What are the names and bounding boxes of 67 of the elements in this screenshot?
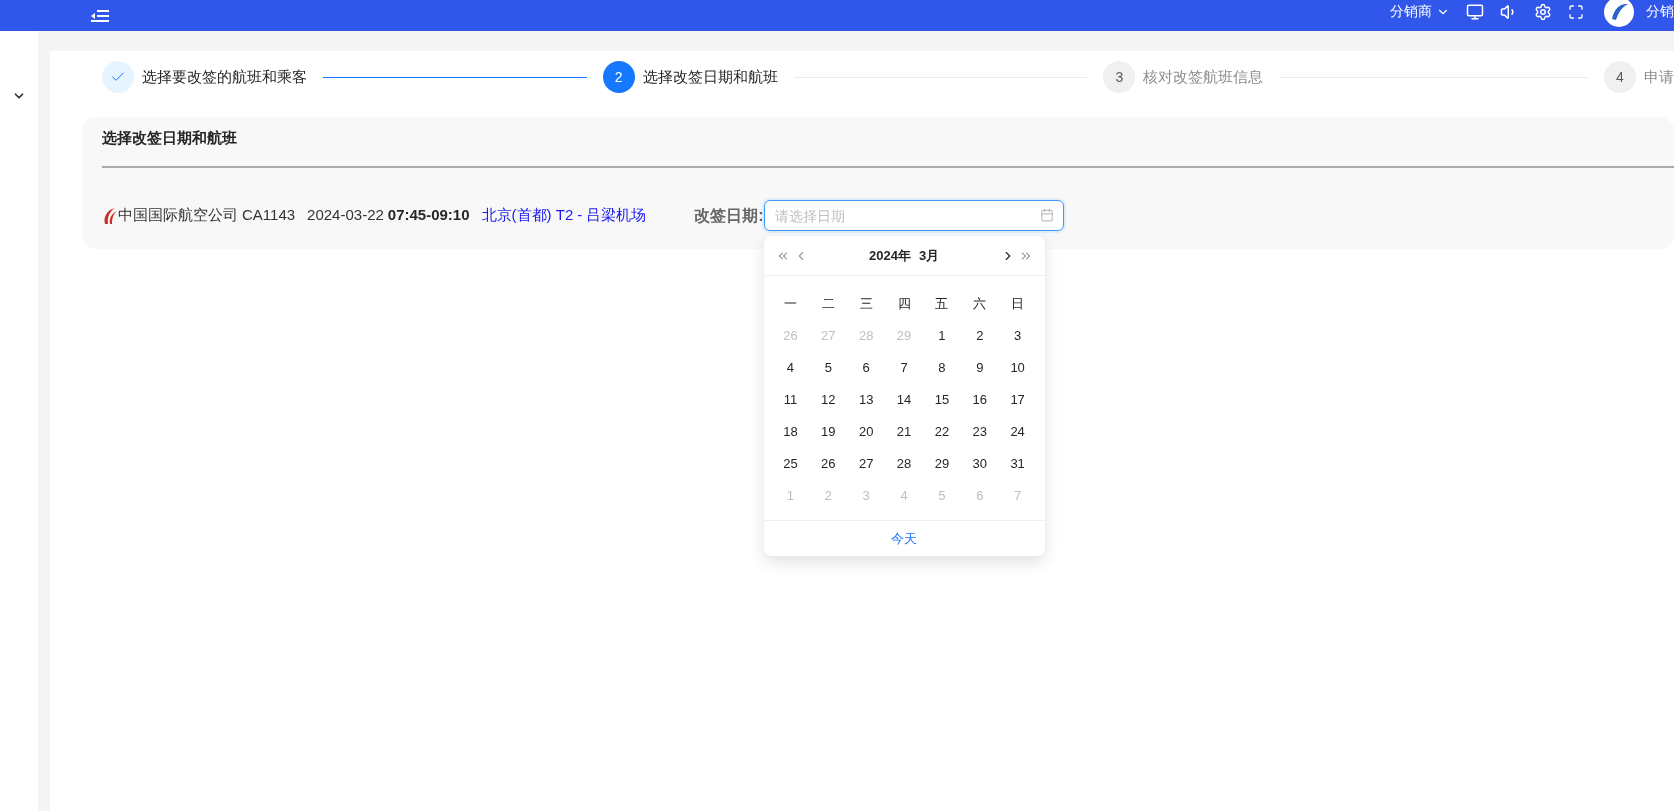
flight-number: CA1143	[242, 205, 296, 226]
route-separator: -	[577, 205, 583, 226]
step-label: 选择改签日期和航班	[642, 66, 778, 87]
calendar-day[interactable]: 21	[885, 422, 923, 442]
month-label[interactable]: 3月	[918, 245, 940, 266]
flight-time: 07:45-09:10	[387, 205, 470, 226]
step-number: 3	[1115, 68, 1124, 87]
calendar-day[interactable]: 27	[847, 454, 886, 474]
monitor-icon[interactable]	[1466, 2, 1484, 21]
calendar-day[interactable]: 17	[998, 390, 1037, 410]
weekday-label: 日	[1010, 295, 1026, 314]
weekday-label: 六	[972, 295, 988, 314]
calendar-day[interactable]: 5	[809, 358, 848, 378]
calendar-day[interactable]: 9	[960, 358, 999, 378]
step-label: 核对改签航班信息	[1143, 66, 1264, 87]
calendar-icon	[1039, 208, 1054, 222]
calendar-day[interactable]: 8	[923, 358, 961, 378]
calendar-day[interactable]: 10	[998, 358, 1037, 378]
departure-airport: 北京(首都) T2	[481, 205, 574, 226]
calendar-day[interactable]: 26	[809, 454, 848, 474]
calendar-day[interactable]: 29	[923, 454, 961, 474]
calendar-day[interactable]: 11	[771, 390, 810, 410]
date-field-label: 改签日期:	[694, 205, 764, 226]
step-label: 申请	[1644, 66, 1674, 87]
calendar-day[interactable]: 2	[960, 326, 999, 346]
calendar-day[interactable]: 30	[960, 454, 999, 474]
calendar-day[interactable]: 23	[960, 422, 999, 442]
airline-name: 中国国际航空公司	[118, 205, 238, 226]
weekday-label: 一	[783, 295, 798, 314]
step-number: 2	[614, 68, 623, 87]
weekday-label: 二	[820, 295, 836, 314]
section-title: 选择改签日期和航班	[102, 128, 238, 148]
calendar-day[interactable]: 14	[885, 390, 923, 410]
calendar-day[interactable]: 1	[923, 326, 961, 346]
calendar-day[interactable]: 18	[771, 422, 810, 442]
calendar-day[interactable]: 16	[960, 390, 999, 410]
settings-icon[interactable]	[1534, 2, 1552, 21]
date-field[interactable]: 请选择日期	[763, 200, 1064, 231]
calendar-day[interactable]: 28	[885, 454, 923, 474]
calendar-day[interactable]: 24	[998, 422, 1037, 442]
flight-date: 2024-03-22	[307, 205, 384, 226]
calendar-day[interactable]: 6	[847, 358, 886, 378]
role-menu[interactable]: 分销商	[1390, 1, 1450, 22]
calendar-day[interactable]: 25	[771, 454, 810, 474]
avatar-icon[interactable]	[1604, 0, 1634, 27]
weekday-label: 三	[858, 295, 874, 314]
step-number: 4	[1616, 68, 1624, 87]
calendar-day[interactable]: 19	[809, 422, 848, 442]
weekday-label: 四	[896, 295, 912, 314]
calendar-day[interactable]: 12	[809, 390, 848, 410]
airline-logo-icon	[102, 206, 118, 225]
calendar-day[interactable]: 13	[847, 390, 886, 410]
arrival-airport: 吕梁机场	[586, 205, 647, 226]
calendar-day[interactable]: 20	[847, 422, 886, 442]
calendar-day[interactable]: 3	[998, 326, 1037, 346]
fullscreen-icon[interactable]	[1568, 3, 1584, 20]
menu-fold-icon[interactable]	[91, 9, 109, 22]
year-label[interactable]: 2024年	[869, 245, 911, 266]
calendar-day[interactable]: 15	[923, 390, 961, 410]
calendar-day[interactable]: 31	[998, 454, 1037, 474]
calendar-day[interactable]: 22	[923, 422, 961, 442]
calendar-day[interactable]: 4	[771, 358, 810, 378]
step-label: 选择要改签的航班和乘客	[142, 66, 307, 87]
weekday-label: 五	[934, 295, 950, 314]
today-button[interactable]: 今天	[891, 528, 918, 549]
user-name[interactable]: 分销	[1646, 1, 1674, 22]
calendar-day[interactable]: 7	[885, 358, 923, 378]
